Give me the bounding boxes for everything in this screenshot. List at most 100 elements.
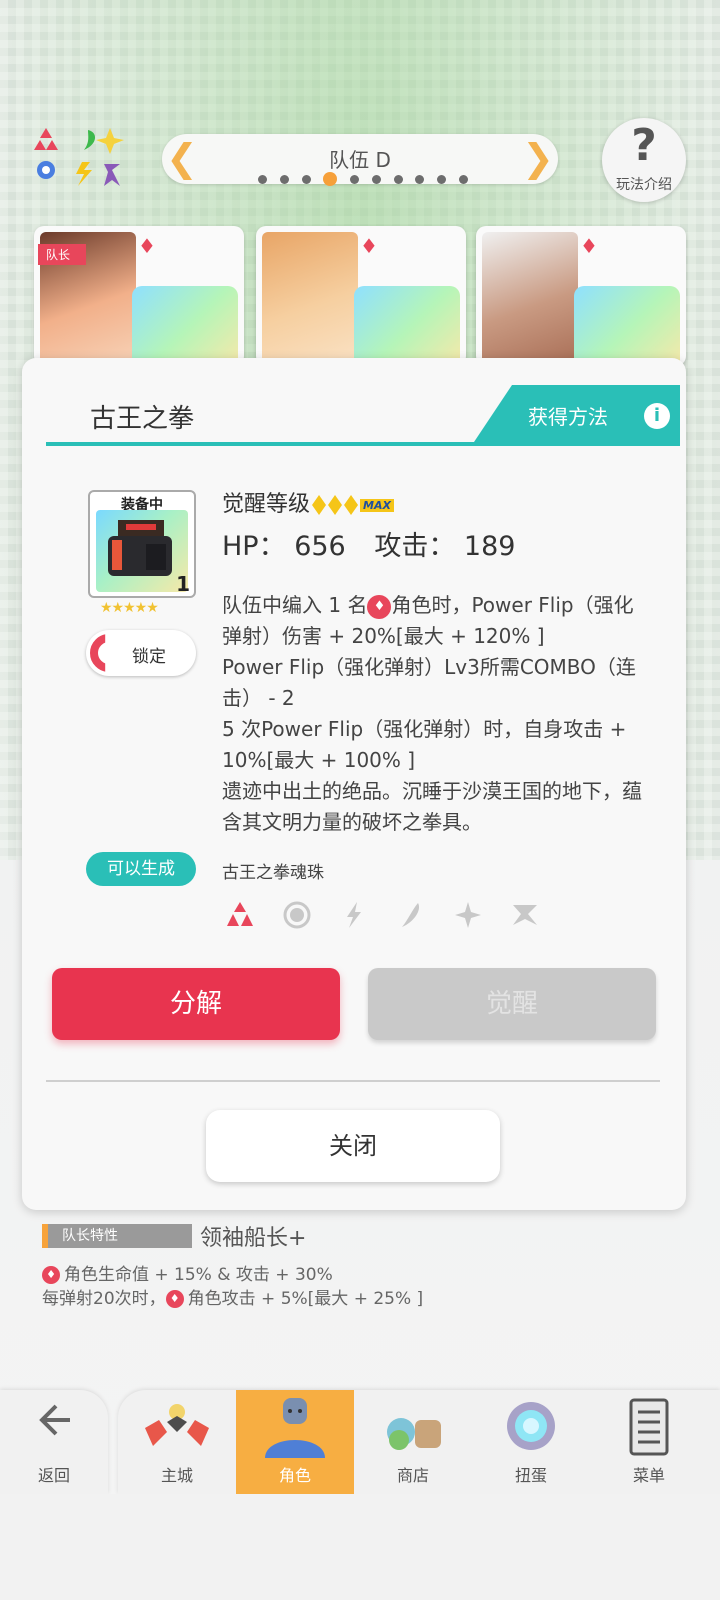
nav-label-character: 角色 xyxy=(278,1466,311,1485)
leader-skill-line2-prefix: 每弹射20次时， xyxy=(42,1289,166,1309)
leader-skill-line1-text: 角色生命值 + 15% & 攻击 + 30% xyxy=(64,1265,333,1285)
back-arrow-icon xyxy=(0,1398,108,1452)
fire-icon: ♦ xyxy=(138,234,156,258)
character-portrait xyxy=(482,232,578,366)
nav-label-gacha: 扭蛋 xyxy=(514,1466,547,1485)
character-portrait xyxy=(262,232,358,366)
character-icon xyxy=(236,1398,354,1472)
nav-label-menu: 菜单 xyxy=(632,1466,665,1485)
lock-switch-icon xyxy=(90,634,106,672)
close-button[interactable]: 关闭 xyxy=(206,1110,500,1182)
awaken-gem-icon xyxy=(312,495,327,515)
page-dot xyxy=(458,174,468,184)
awaken-level: 觉醒等级 MAX xyxy=(222,486,394,518)
page-dot xyxy=(415,174,425,184)
page-dot xyxy=(393,174,403,184)
modal-divider xyxy=(46,1080,660,1082)
back-label: 返回 xyxy=(37,1466,70,1485)
lock-toggle[interactable]: 锁定 xyxy=(86,630,196,676)
awaken-gem-icon xyxy=(328,495,343,515)
leader-tag: 队长 xyxy=(38,244,87,265)
menu-icon xyxy=(590,1398,708,1468)
title-underline xyxy=(46,442,680,446)
acquire-method-label: 获得方法 xyxy=(528,405,608,429)
wind-icon xyxy=(393,897,428,933)
awaken-button[interactable]: 觉醒 xyxy=(368,968,656,1040)
back-button[interactable]: 返回 xyxy=(0,1390,108,1494)
page-dot xyxy=(371,174,381,184)
item-detail-modal: 古王之拳 获得方法 i 装备中 1 ★★★★★ 锁定 觉醒等级 MAX HP： 6… xyxy=(22,358,686,1210)
fire-icon: ♦ xyxy=(42,1266,60,1284)
craftable-badge: 可以生成 xyxy=(86,852,196,886)
team-name: 队伍 D xyxy=(329,148,391,172)
nav-item-character[interactable]: 角色 xyxy=(236,1390,354,1494)
item-quantity: 1 xyxy=(176,572,190,596)
leader-skill-name: 领袖船长+ xyxy=(200,1226,307,1251)
chevron-right-icon[interactable]: ❯ xyxy=(522,138,554,178)
lock-label: 锁定 xyxy=(132,647,166,667)
nav-bottom-area xyxy=(0,1494,720,1600)
attack-value: 189 xyxy=(463,531,516,562)
hp-value: 656 xyxy=(294,531,346,562)
leader-skill-tag: 队长特性 xyxy=(42,1224,192,1248)
castle-icon xyxy=(118,1398,236,1462)
effect-line-2: Power Flip（强化弹射）Lv3所需COMBO（连击） - 2 xyxy=(222,655,636,710)
nav-item-menu[interactable]: 菜单 xyxy=(590,1390,708,1494)
hp-label: HP： xyxy=(222,531,286,562)
character-card[interactable]: ♦ xyxy=(256,226,466,366)
water-icon xyxy=(450,897,485,933)
help-label: 玩法介绍 xyxy=(616,177,672,193)
fire-icon: ♦ xyxy=(165,1290,184,1308)
element-cycle-icon xyxy=(32,126,132,190)
rarity-stars: ★★★★★ xyxy=(100,600,159,616)
effect-line-3: 5 次Power Flip（强化弹射）时，自身攻击 + 10%[最大 + 100… xyxy=(222,717,627,772)
team-page-indicator xyxy=(258,172,468,186)
page-dot xyxy=(350,174,360,184)
leader-skill-line1: ♦ 角色生命值 + 15% & 攻击 + 30% xyxy=(42,1260,333,1285)
question-mark-icon: ? xyxy=(631,120,657,171)
flavor-text: 遗迹中出土的绝品。沉睡于沙漠王国的地下，蕴含其文明力量的破坏之拳具。 xyxy=(222,779,642,834)
effect-line-1-prefix: 队伍中编入 1 名 xyxy=(222,593,368,617)
dark-icon xyxy=(507,897,542,933)
fire-icon: ♦ xyxy=(367,594,392,619)
weapon-thumbnail[interactable] xyxy=(354,286,460,366)
character-card-leader[interactable]: 队长 ♦ xyxy=(34,226,244,366)
fire-icon: ♦ xyxy=(360,234,378,258)
nav-item-castle[interactable]: 主城 xyxy=(118,1390,236,1494)
leader-skill-line2: 每弹射20次时， ♦ 角色攻击 + 5%[最大 + 25% ] xyxy=(42,1284,423,1309)
weapon-thumbnail[interactable] xyxy=(574,286,680,366)
awaken-label: 觉醒等级 xyxy=(222,492,311,517)
page-dot xyxy=(437,174,447,184)
item-stats: HP： 656 攻击： 189 xyxy=(222,524,515,563)
fist-weapon-icon xyxy=(96,510,188,592)
shop-icon xyxy=(354,1398,472,1462)
nav-label-castle: 主城 xyxy=(160,1466,193,1485)
fire-icon: ♦ xyxy=(580,234,598,258)
light-icon xyxy=(279,897,314,933)
nav-item-gacha[interactable]: 扭蛋 xyxy=(472,1390,590,1494)
info-icon: i xyxy=(644,403,670,429)
help-button[interactable]: ? 玩法介绍 xyxy=(602,118,686,202)
gacha-icon xyxy=(472,1398,590,1464)
weapon-thumbnail[interactable] xyxy=(132,286,238,366)
max-badge: MAX xyxy=(360,498,394,512)
decompose-button[interactable]: 分解 xyxy=(52,968,340,1040)
soul-orb-label: 古王之拳魂珠 xyxy=(222,863,324,883)
item-description: 队伍中编入 1 名 ♦ 角色时，Power Flip（强化弹射）伤害 + 20%[最… xyxy=(222,590,642,838)
item-icon-frame[interactable]: 装备中 1 xyxy=(88,490,196,598)
nav-label-shop: 商店 xyxy=(396,1466,429,1485)
page-dot xyxy=(301,174,311,184)
awaken-gem-icon xyxy=(344,495,359,515)
leader-skill-line2-text: 角色攻击 + 5%[最大 + 25% ] xyxy=(187,1289,424,1309)
element-filter xyxy=(222,898,542,932)
nav-item-shop[interactable]: 商店 xyxy=(354,1390,472,1494)
thunder-icon xyxy=(336,897,371,933)
page-dot-active xyxy=(323,172,338,186)
acquire-method-button[interactable]: 获得方法 i xyxy=(472,385,680,445)
fire-icon xyxy=(222,897,257,933)
effect-line-1: 队伍中编入 1 名 ♦ 角色时，Power Flip（强化弹射）伤害 + 20%[最… xyxy=(222,590,642,652)
team-selector[interactable]: ❮ 队伍 D ❯ xyxy=(162,134,558,186)
page-dot xyxy=(258,174,267,184)
leader-skill: 队长特性 领袖船长+ ♦ 角色生命值 + 15% & 攻击 + 30% 每弹射20… xyxy=(42,1220,682,1310)
character-card[interactable]: ♦ xyxy=(476,226,686,366)
